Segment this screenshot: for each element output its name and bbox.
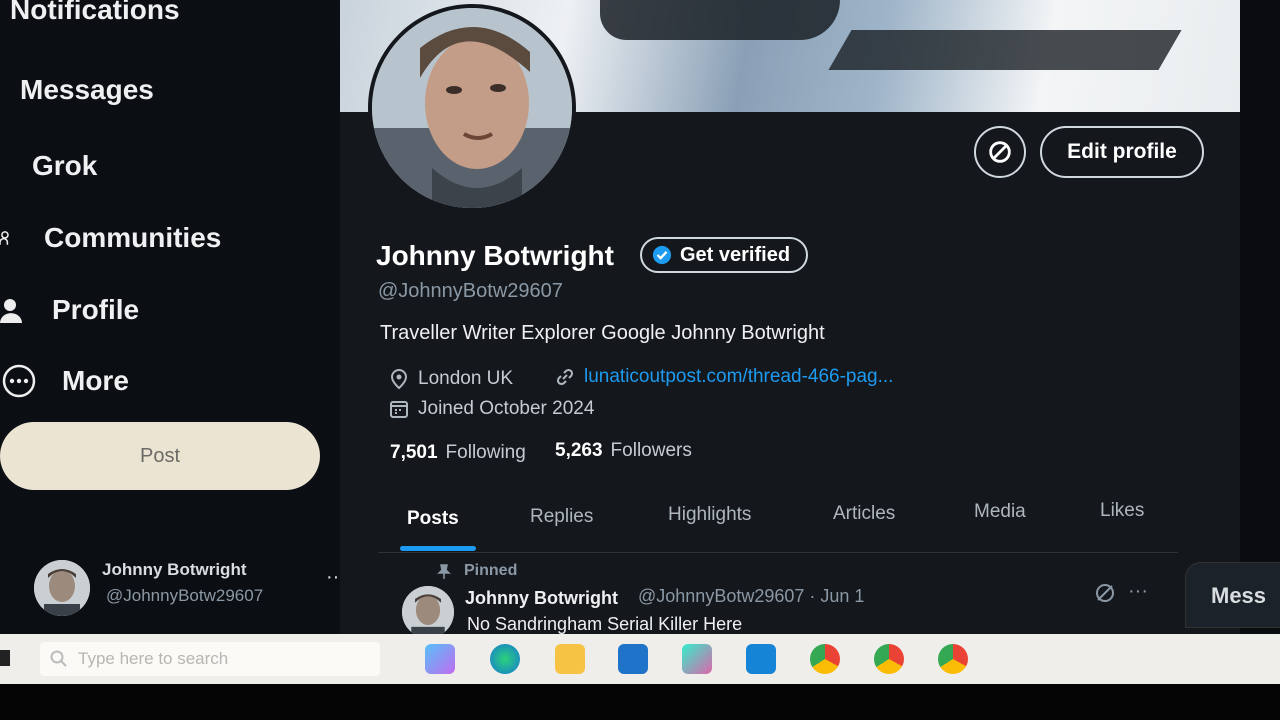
file-explorer-icon[interactable] xyxy=(555,644,585,674)
chrome-icon[interactable] xyxy=(810,644,840,674)
nav-label: Grok xyxy=(32,150,98,181)
location-pin-icon xyxy=(390,368,408,390)
tab-replies[interactable]: Replies xyxy=(530,506,593,528)
profile-icon xyxy=(0,299,22,323)
left-navigation: Notifications Messages Grok Communities … xyxy=(0,0,346,635)
account-name: Johnny Botwright xyxy=(102,560,247,579)
chrome-profile-2-icon[interactable] xyxy=(938,644,968,674)
location-text: London UK xyxy=(418,368,514,389)
profile-main: Edit profile Johnny Botwright Get verifi… xyxy=(340,0,1240,638)
communities-icon xyxy=(0,231,9,245)
edge-icon[interactable] xyxy=(490,644,520,674)
joined-text: Joined October 2024 xyxy=(418,398,595,419)
following-link[interactable]: 7,501 Following xyxy=(390,442,526,464)
account-handle: @JohnnyBotw29607 xyxy=(106,586,264,605)
messages-drawer-label: Mess xyxy=(1211,583,1267,608)
nav-item-communities[interactable]: Communities xyxy=(0,222,221,254)
profile-website[interactable]: lunaticoutpost.com/thread-466-pag... xyxy=(554,366,893,388)
edit-profile-button[interactable]: Edit profile xyxy=(1040,126,1204,178)
more-circle-icon xyxy=(2,364,36,398)
followers-label: Followers xyxy=(610,440,692,461)
tab-highlights[interactable]: Highlights xyxy=(668,504,751,526)
search-placeholder: Type here to search xyxy=(78,649,229,668)
nav-item-messages[interactable]: Messages xyxy=(20,74,154,106)
pinned-post[interactable]: Pinned Johnny Botwright @JohnnyBotw29607… xyxy=(376,556,1176,638)
block-icon[interactable] xyxy=(974,126,1026,178)
nav-label: Notifications xyxy=(10,0,180,25)
search-icon xyxy=(50,650,67,667)
calendar-icon xyxy=(390,401,408,418)
active-tab-indicator xyxy=(400,546,476,551)
tab-articles[interactable]: Articles xyxy=(833,503,895,525)
profile-handle: @JohnnyBotw29607 xyxy=(378,280,563,302)
avatar xyxy=(34,560,90,616)
verified-badge-icon xyxy=(652,245,672,265)
post-avatar[interactable] xyxy=(402,586,454,638)
post-button[interactable]: Post xyxy=(0,422,320,490)
profile-location: London UK xyxy=(388,368,513,390)
taskbar: Type here to search xyxy=(0,634,1280,684)
chrome-profile-icon[interactable] xyxy=(874,644,904,674)
profile-name: Johnny Botwright xyxy=(376,240,614,271)
app-icon[interactable] xyxy=(682,644,712,674)
grok-icon[interactable] xyxy=(1094,582,1116,604)
followers-link[interactable]: 5,263 Followers xyxy=(555,440,692,462)
copilot-icon[interactable] xyxy=(425,644,455,674)
nav-label: Communities xyxy=(44,222,222,253)
post-author[interactable]: Johnny Botwright xyxy=(465,588,618,609)
profile-avatar[interactable] xyxy=(368,4,576,212)
pin-icon xyxy=(437,564,451,579)
website-link[interactable]: lunaticoutpost.com/thread-466-pag... xyxy=(584,366,893,388)
right-sidebar xyxy=(1240,0,1280,640)
post-handle-date: @JohnnyBotw29607 · Jun 1 xyxy=(638,586,865,606)
profile-joined: Joined October 2024 xyxy=(388,398,594,420)
get-verified-label: Get verified xyxy=(680,243,791,266)
pinned-label: Pinned xyxy=(464,562,518,579)
nav-item-profile[interactable]: Profile xyxy=(0,294,139,326)
following-label: Following xyxy=(445,442,526,463)
account-switcher[interactable]: Johnny Botwright @JohnnyBotw29607 ··· xyxy=(30,556,360,616)
following-count: 7,501 xyxy=(390,442,438,463)
nav-item-grok[interactable]: Grok xyxy=(32,150,97,182)
nav-label: Messages xyxy=(20,74,154,105)
get-verified-button[interactable]: Get verified xyxy=(640,237,809,273)
profile-tabs: Posts Replies Highlights Articles Media … xyxy=(378,490,1178,553)
nav-label: More xyxy=(62,365,129,396)
link-icon xyxy=(556,368,574,386)
followers-count: 5,263 xyxy=(555,440,603,461)
post-text: No Sandringham Serial Killer Here xyxy=(467,614,743,634)
start-button-icon[interactable] xyxy=(0,650,10,666)
messages-drawer[interactable]: Mess xyxy=(1185,562,1280,628)
nav-item-notifications[interactable]: Notifications xyxy=(10,0,180,26)
profile-bio: Traveller Writer Explorer Google Johnny … xyxy=(380,322,825,344)
post-more-icon[interactable]: ··· xyxy=(1128,580,1148,603)
tab-likes[interactable]: Likes xyxy=(1100,500,1144,522)
store-icon[interactable] xyxy=(746,644,776,674)
nav-label: Profile xyxy=(52,294,140,325)
nav-item-more[interactable]: More xyxy=(2,364,129,398)
monitor-bezel xyxy=(0,684,1280,720)
outlook-icon[interactable] xyxy=(618,644,648,674)
tab-posts[interactable]: Posts xyxy=(407,508,459,530)
taskbar-search[interactable]: Type here to search xyxy=(40,642,380,676)
tab-media[interactable]: Media xyxy=(974,501,1026,523)
